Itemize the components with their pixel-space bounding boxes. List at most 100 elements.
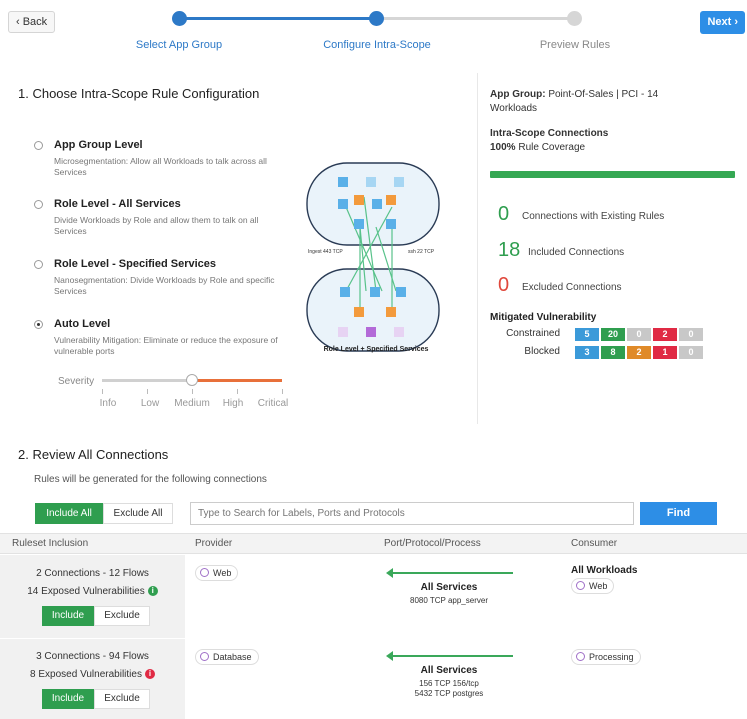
severity-tick-info[interactable]: Info — [100, 398, 117, 409]
severity-tick-low[interactable]: Low — [141, 398, 159, 409]
provider-label-chip[interactable]: Web — [195, 565, 239, 581]
table-row: 3 Connections - 94 Flows 8 Exposed Vulne… — [0, 639, 747, 719]
step-label-configure-intra-scope[interactable]: Configure Intra-Scope — [323, 39, 431, 51]
col-consumer: Consumer — [571, 538, 618, 549]
consumer-label-chip[interactable]: Web — [571, 578, 615, 594]
service-port: 5432 TCP postgres — [414, 689, 484, 698]
severity-tick — [102, 389, 103, 394]
flow-arrow — [386, 651, 513, 661]
service-port: 156 TCP 156/tcp — [419, 679, 479, 688]
mv-cell: 5 — [575, 328, 599, 341]
mv-cell: 0 — [627, 328, 651, 341]
option-desc: Microsegmentation: Allow all Workloads t… — [54, 156, 267, 177]
diagram-caption: Role Level + Specified Services — [323, 346, 429, 353]
consumer-title: All Workloads — [571, 565, 638, 576]
consumer-label: Web — [589, 581, 608, 591]
info-icon[interactable]: i — [144, 669, 155, 680]
info-icon[interactable]: i — [147, 586, 158, 597]
mv-cell: 1 — [653, 346, 677, 359]
include-button[interactable]: Include — [42, 689, 94, 709]
step-label-preview-rules[interactable]: Preview Rules — [540, 39, 610, 51]
service-port: 8080 TCP app_server — [410, 596, 488, 605]
consumer-label: Processing — [589, 652, 634, 662]
severity-fill — [192, 379, 282, 382]
radio-auto-level[interactable] — [34, 320, 43, 329]
row-vuln-text: 14 Exposed Vulnerabilities — [27, 586, 145, 597]
wizard-steps: Select App Group Configure Intra-Scope P… — [0, 0, 747, 68]
diagram-left-label: Ingest 443 TCP — [308, 249, 343, 255]
coverage-progress-bar — [490, 171, 735, 178]
coverage-pct: 100% — [490, 142, 516, 153]
app-group-value2: Workloads — [490, 103, 538, 114]
back-button[interactable]: ‹ Back — [8, 11, 56, 33]
row-vulnerabilities: 14 Exposed Vulnerabilities i — [0, 586, 185, 597]
rule-config-section: 1. Choose Intra-Scope Rule Configuration… — [6, 73, 478, 424]
ruleset-inclusion-cell: 3 Connections - 94 Flows 8 Exposed Vulne… — [0, 639, 185, 719]
option-title: Role Level - All Services — [54, 198, 181, 210]
role-icon — [576, 652, 585, 661]
option-desc: Nanosegmentation: Divide Workloads by Ro… — [54, 275, 275, 296]
intra-scope-title: Intra-Scope Connections — [490, 128, 609, 139]
mv-cell: 2 — [653, 328, 677, 341]
option-title: Auto Level — [54, 318, 111, 330]
mv-cell: 20 — [601, 328, 625, 341]
coverage-text: Rule Coverage — [518, 142, 586, 153]
provider-label: Web — [213, 568, 232, 578]
col-port-protocol: Port/Protocol/Process — [384, 538, 481, 549]
connections-table-header: Ruleset Inclusion Provider Port/Protocol… — [0, 533, 747, 554]
step-dot-3[interactable] — [567, 11, 582, 26]
radio-role-level-specified[interactable] — [34, 260, 43, 269]
section1-title: 1. Choose Intra-Scope Rule Configuration — [18, 86, 260, 101]
step-dot-2[interactable] — [369, 11, 384, 26]
option-title: App Group Level — [54, 139, 143, 151]
exclude-button[interactable]: Exclude — [94, 606, 150, 626]
severity-tick-high[interactable]: High — [223, 398, 244, 409]
app-group-line: App Group: Point-Of-Sales | PCI - 14 — [490, 89, 658, 100]
count-text: Excluded Connections — [522, 282, 622, 293]
service-title: All Services — [420, 665, 478, 676]
mv-row-label: Blocked — [524, 346, 560, 357]
severity-tick-medium[interactable]: Medium — [174, 398, 210, 409]
role-icon — [200, 652, 209, 661]
severity-tick — [147, 389, 148, 394]
role-icon — [576, 581, 585, 590]
severity-slider[interactable] — [102, 374, 282, 386]
severity-tick — [192, 389, 193, 394]
count-number: 0 — [498, 203, 510, 225]
include-all-button[interactable]: Include All — [35, 503, 103, 524]
radio-app-group-level[interactable] — [34, 141, 43, 150]
mv-cell: 0 — [679, 346, 703, 359]
col-provider: Provider — [195, 538, 233, 549]
provider-label-chip[interactable]: Database — [195, 649, 259, 665]
severity-tick — [282, 389, 283, 394]
mv-row-blocked: Blocked 3 8 2 1 0 — [490, 346, 730, 359]
count-text: Included Connections — [528, 247, 625, 258]
row-connections: 2 Connections - 12 Flows — [36, 568, 149, 579]
mv-row-constrained: Constrained 5 20 0 2 0 — [490, 328, 730, 341]
next-button[interactable]: Next › — [700, 11, 745, 34]
severity-slider-handle[interactable] — [186, 374, 198, 386]
mv-row-label: Constrained — [506, 328, 560, 339]
include-button[interactable]: Include — [42, 606, 94, 626]
radio-role-level-all[interactable] — [34, 200, 43, 209]
row-connections: 3 Connections - 94 Flows — [36, 651, 149, 662]
step-dot-1[interactable] — [172, 11, 187, 26]
row-vuln-text: 8 Exposed Vulnerabilities — [30, 669, 142, 680]
mitigated-vuln-title: Mitigated Vulnerability — [490, 312, 597, 323]
row-vulnerabilities: 8 Exposed Vulnerabilities i — [0, 669, 185, 680]
consumer-label-chip[interactable]: Processing — [571, 649, 641, 665]
app-group-value: Point-Of-Sales | PCI - 14 — [548, 89, 659, 100]
mv-cell: 8 — [601, 346, 625, 359]
exclude-button[interactable]: Exclude — [94, 689, 150, 709]
find-button[interactable]: Find — [640, 502, 717, 525]
severity-tick-critical[interactable]: Critical — [258, 398, 289, 409]
option-desc: Divide Workloads by Role and allow them … — [54, 215, 259, 236]
step-label-select-app-group[interactable]: Select App Group — [136, 39, 222, 51]
mv-cell: 0 — [679, 328, 703, 341]
arrow-left-icon — [386, 568, 393, 578]
rule-level-diagram: Ingest 443 TCP ssh 22 TCP — [306, 162, 440, 352]
exclude-all-button[interactable]: Exclude All — [103, 503, 173, 524]
app-group-label: App Group: — [490, 89, 546, 100]
connections-search-input[interactable] — [190, 502, 634, 525]
step-remaining-line — [377, 17, 575, 20]
